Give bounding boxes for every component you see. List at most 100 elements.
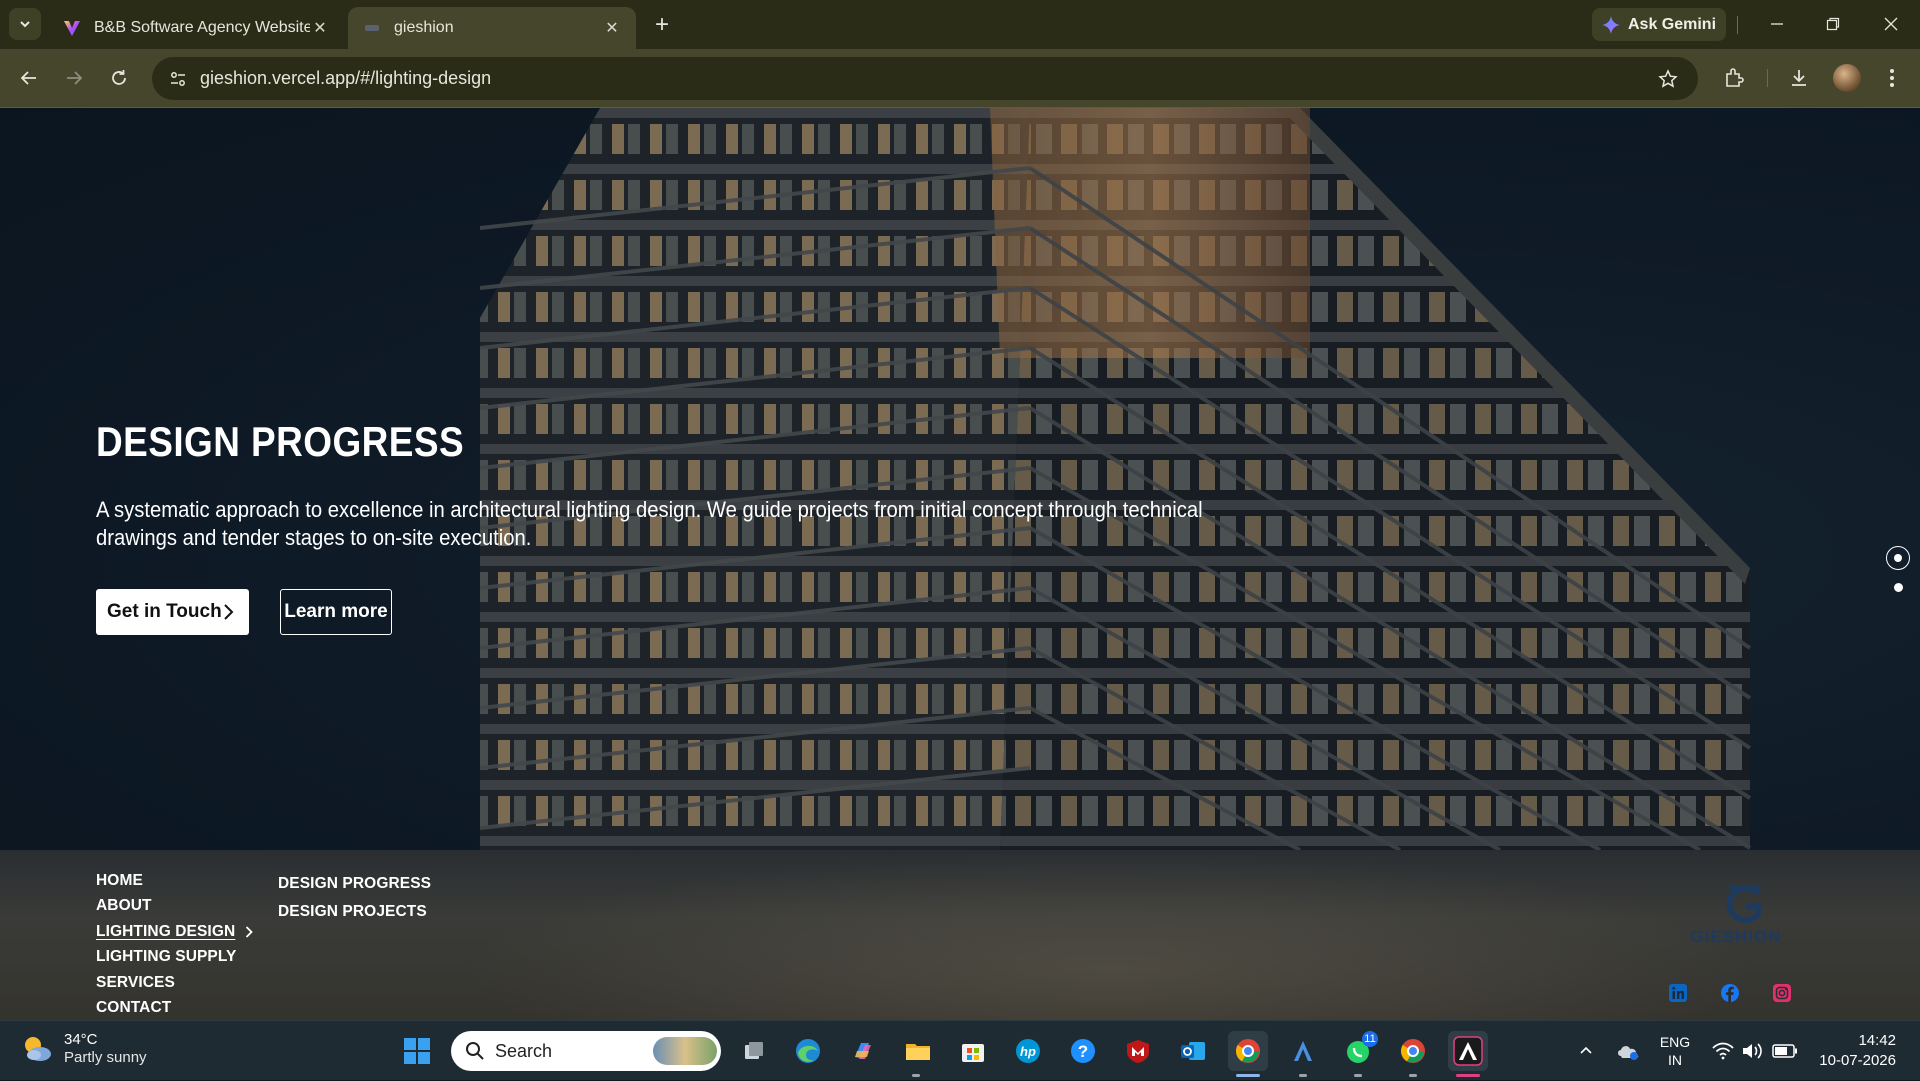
- facebook-icon[interactable]: [1719, 982, 1741, 1004]
- extensions-icon[interactable]: [1718, 62, 1750, 94]
- language-indicator[interactable]: ENG IN: [1660, 1021, 1690, 1081]
- url-text: gieshion.vercel.app/#/lighting-design: [200, 68, 492, 88]
- learn-more-button[interactable]: Learn more: [280, 589, 392, 635]
- slide-dot[interactable]: [1894, 583, 1903, 592]
- design-app-icon[interactable]: [1448, 1031, 1488, 1071]
- search-highlight-image: [653, 1037, 717, 1065]
- learn-more-label: Learn more: [284, 601, 388, 622]
- tab-strip: B&B Software Agency Website ✕ gieshion ✕…: [0, 0, 1920, 49]
- footer-sub-nav: DESIGN PROGRESS DESIGN PROJECTS: [278, 870, 431, 926]
- mcafee-icon[interactable]: [1118, 1031, 1158, 1071]
- whatsapp-icon[interactable]: 11: [1338, 1031, 1378, 1071]
- partly-sunny-icon: [25, 1037, 51, 1061]
- profile-avatar[interactable]: [1833, 64, 1861, 92]
- show-hidden-icons-button[interactable]: [1578, 1021, 1594, 1081]
- browser-window: B&B Software Agency Website ✕ gieshion ✕…: [0, 0, 1920, 1080]
- back-button[interactable]: [13, 62, 45, 94]
- search-placeholder: Search: [495, 1040, 553, 1061]
- tab-search-button[interactable]: [9, 8, 41, 40]
- tab-gieshion[interactable]: gieshion ✕: [348, 7, 636, 49]
- search-icon: [466, 1042, 484, 1060]
- notification-badge: 11: [1362, 1031, 1378, 1047]
- wifi-icon[interactable]: [1712, 1021, 1734, 1081]
- slide-dot-active[interactable]: [1886, 546, 1910, 570]
- footer-link-lighting-supply[interactable]: LIGHTING SUPPLY: [96, 945, 253, 971]
- close-icon[interactable]: ✕: [602, 18, 622, 38]
- more-menu-icon[interactable]: [1876, 62, 1908, 94]
- minimize-button[interactable]: [1755, 8, 1799, 40]
- chrome-profile-icon[interactable]: [1393, 1031, 1433, 1071]
- page-viewport: DESIGN PROGRESS A systematic approach to…: [0, 108, 1920, 1020]
- reload-icon: [112, 70, 126, 85]
- linkedin-icon[interactable]: [1667, 982, 1689, 1004]
- footer-background: [460, 850, 1760, 1020]
- footer-link-about[interactable]: ABOUT: [96, 894, 253, 920]
- onedrive-icon[interactable]: [1616, 1021, 1640, 1081]
- clock-date: 10-07-2026: [1819, 1052, 1896, 1069]
- close-icon: [1884, 17, 1898, 31]
- arrow-left-icon: [20, 71, 36, 85]
- close-window-button[interactable]: [1869, 8, 1913, 40]
- footer-link-design-projects[interactable]: DESIGN PROJECTS: [278, 898, 431, 926]
- chrome-icon[interactable]: [1228, 1031, 1268, 1071]
- weather-temp: 34°C: [64, 1031, 98, 1048]
- battery-icon[interactable]: [1772, 1021, 1798, 1081]
- divider: [1737, 16, 1738, 34]
- svg-text:hp: hp: [1020, 1044, 1036, 1059]
- instagram-icon[interactable]: [1771, 982, 1793, 1004]
- site-favicon-icon: [362, 18, 382, 38]
- running-indicator: [912, 1074, 920, 1077]
- footer-link-home[interactable]: HOME: [96, 868, 253, 894]
- slide-indicator: [1886, 546, 1910, 626]
- logo-text: GIESHION: [1690, 927, 1781, 946]
- volume-icon[interactable]: [1741, 1021, 1763, 1081]
- active-indicator: [1236, 1074, 1260, 1077]
- arrow-right-icon: [67, 71, 83, 85]
- ask-gemini-button[interactable]: Ask Gemini: [1592, 8, 1726, 41]
- site-footer: HOME ABOUT LIGHTING DESIGN LIGHTING SUPP…: [0, 850, 1920, 1020]
- site-info-icon[interactable]: [166, 67, 190, 91]
- file-explorer-icon[interactable]: [898, 1031, 938, 1071]
- hero-building-image: [0, 108, 1920, 850]
- reload-button[interactable]: [103, 62, 135, 94]
- footer-link-services[interactable]: SERVICES: [96, 970, 253, 996]
- tab-title: gieshion: [394, 19, 454, 36]
- running-indicator: [1354, 1074, 1362, 1077]
- divider: [1767, 69, 1768, 87]
- forward-button[interactable]: [58, 62, 90, 94]
- hp-icon[interactable]: hp: [1008, 1031, 1048, 1071]
- copilot-icon[interactable]: [843, 1031, 883, 1071]
- store-icon[interactable]: [953, 1031, 993, 1071]
- weather-widget[interactable]: 34°C Partly sunny: [20, 1031, 147, 1067]
- vercel-favicon-icon: [62, 18, 82, 38]
- app-a-icon[interactable]: [1283, 1031, 1323, 1071]
- get-in-touch-label: Get in Touch: [107, 601, 222, 622]
- new-tab-button[interactable]: +: [648, 11, 676, 39]
- clock[interactable]: 14:42 10-07-2026: [1810, 1021, 1896, 1081]
- tab-bb-software[interactable]: B&B Software Agency Website ✕: [48, 7, 344, 49]
- get-in-touch-button[interactable]: Get in Touch: [96, 589, 249, 635]
- task-view-icon[interactable]: [734, 1031, 774, 1071]
- footer-link-design-progress[interactable]: DESIGN PROGRESS: [278, 870, 431, 898]
- outlook-icon[interactable]: [1173, 1031, 1213, 1071]
- close-icon[interactable]: ✕: [310, 18, 330, 38]
- language-line1: ENG: [1659, 1034, 1691, 1050]
- restore-button[interactable]: [1811, 8, 1855, 40]
- bookmark-star-icon[interactable]: [1656, 67, 1680, 91]
- language-line2: IN: [1668, 1052, 1682, 1068]
- edge-icon[interactable]: [788, 1031, 828, 1071]
- footer-link-contact[interactable]: CONTACT: [96, 996, 253, 1021]
- windows-taskbar: 34°C Partly sunny Search hp ? 11 ENG IN …: [0, 1020, 1920, 1080]
- clock-time: 14:42: [1858, 1032, 1896, 1049]
- taskbar-search[interactable]: Search: [451, 1031, 721, 1071]
- hero-title: DESIGN PROGRESS: [96, 418, 465, 465]
- restore-icon: [1826, 17, 1840, 31]
- help-icon[interactable]: ?: [1063, 1031, 1103, 1071]
- chevron-right-icon: [224, 604, 234, 620]
- download-icon[interactable]: [1783, 62, 1815, 94]
- footer-link-label: LIGHTING DESIGN: [96, 922, 236, 940]
- start-button[interactable]: [397, 1031, 437, 1071]
- footer-link-lighting-design[interactable]: LIGHTING DESIGN: [96, 919, 254, 945]
- address-bar[interactable]: gieshion.vercel.app/#/lighting-design: [152, 57, 1698, 100]
- windows-logo-icon: [404, 1038, 430, 1064]
